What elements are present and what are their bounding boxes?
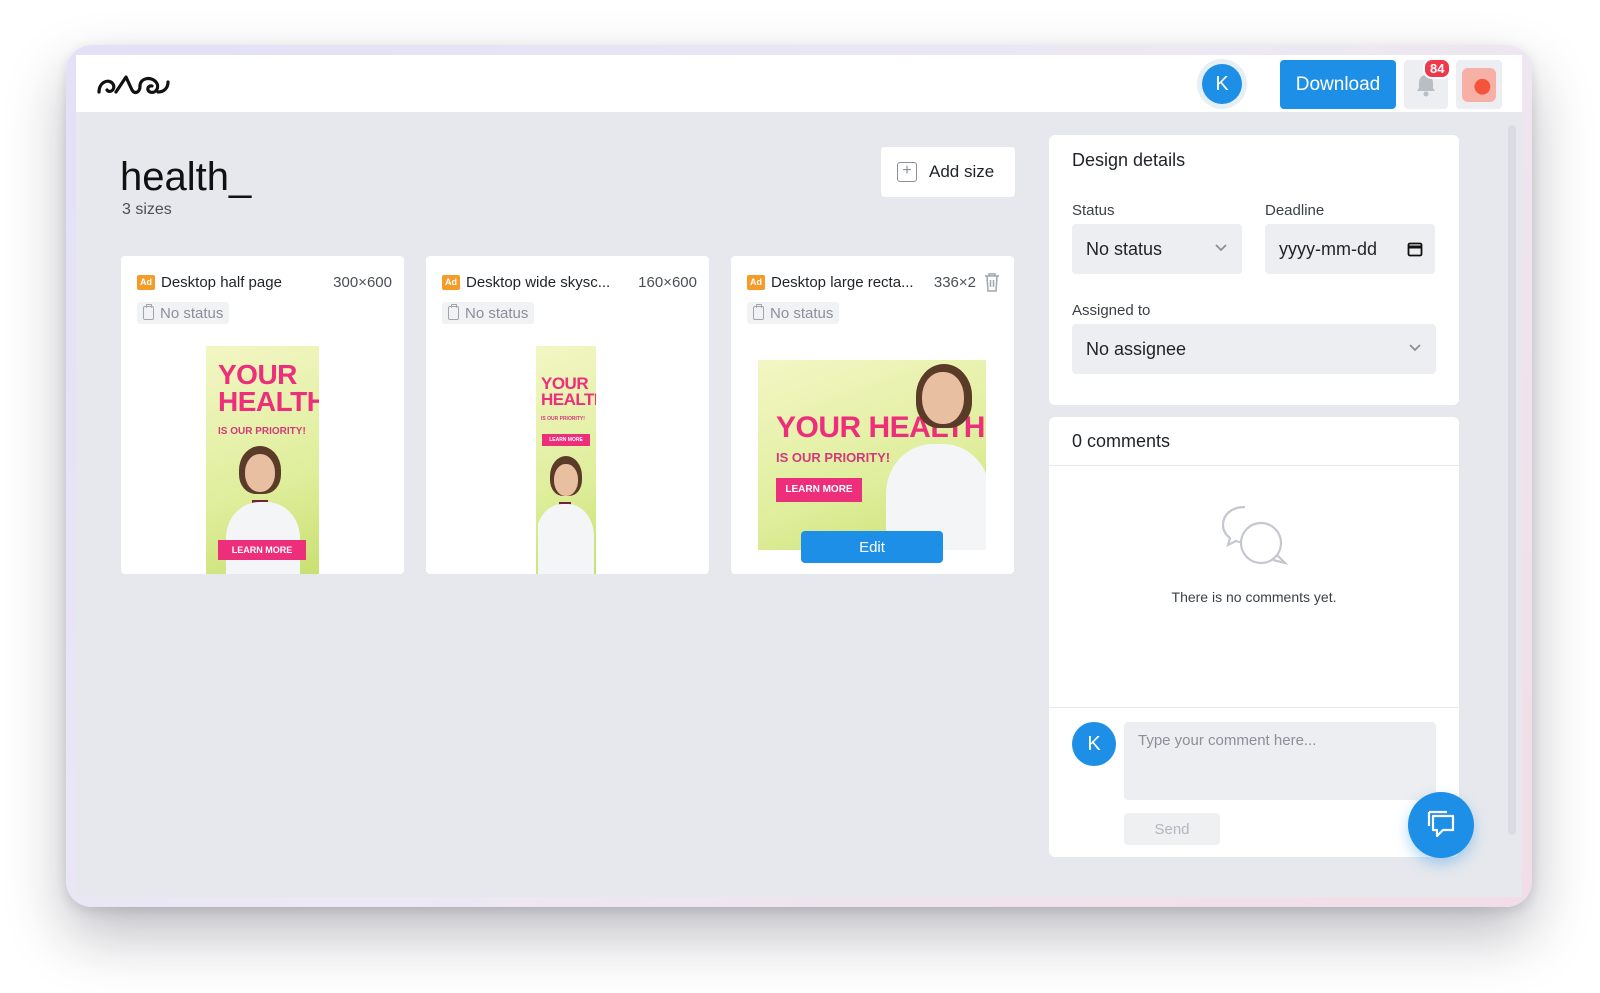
ad-icon: Ad xyxy=(747,274,765,290)
card-size: 300×600 xyxy=(333,273,392,291)
status-select[interactable]: No status xyxy=(1072,224,1242,274)
download-button[interactable]: Download xyxy=(1280,60,1396,109)
app-screen: K Download 84 health_ 3 sizes + Add size xyxy=(76,55,1522,897)
page-scrollbar[interactable] xyxy=(1508,125,1516,835)
card-header: Ad Desktop wide skysc... 160×600 xyxy=(442,271,697,293)
status-label: No status xyxy=(160,304,224,322)
status-badge[interactable]: No status xyxy=(442,302,535,324)
status-badge[interactable]: No status xyxy=(137,302,230,324)
size-card[interactable]: Ad Desktop half page 300×600 No status Y… xyxy=(121,256,404,574)
assignee-select-value: No assignee xyxy=(1086,338,1187,359)
ad-icon: Ad xyxy=(137,274,155,290)
divider xyxy=(1049,465,1459,466)
add-size-button[interactable]: + Add size xyxy=(881,147,1015,197)
chevron-down-icon xyxy=(1215,244,1227,252)
chat-bubbles-icon xyxy=(1221,505,1289,566)
size-card[interactable]: Ad Desktop wide skysc... 160×600 No stat… xyxy=(426,256,709,574)
clipboard-icon xyxy=(143,304,154,320)
status-badge[interactable]: No status xyxy=(747,302,840,324)
chevron-down-icon xyxy=(1409,344,1421,352)
card-header: Ad Desktop half page 300×600 xyxy=(137,271,392,293)
calendar-icon[interactable] xyxy=(1407,241,1423,257)
creative-preview[interactable]: YOUR HEALTH IS OUR PRIORITY! LEARN MORE xyxy=(536,346,596,574)
trash-icon[interactable] xyxy=(984,272,1000,292)
deadline-field-label: Deadline xyxy=(1265,202,1325,219)
doctor-photo xyxy=(882,360,986,550)
add-size-label: Add size xyxy=(929,162,995,181)
card-size: 336×2 xyxy=(933,273,976,291)
edit-button[interactable]: Edit xyxy=(801,531,943,563)
empty-comments-text: There is no comments yet. xyxy=(1171,589,1337,605)
deadline-input[interactable]: yyyy-mm-dd xyxy=(1265,224,1435,274)
brand-logo-icon[interactable] xyxy=(96,70,170,103)
creative-cta: LEARN MORE xyxy=(776,478,862,502)
divider xyxy=(1049,707,1459,708)
page-title: health_ xyxy=(120,155,252,199)
app-window: K Download 84 health_ 3 sizes + Add size xyxy=(66,45,1532,907)
send-button[interactable]: Send xyxy=(1124,813,1220,845)
user-avatar[interactable]: K xyxy=(1202,64,1242,104)
creative-headline: YOUR HEALTH xyxy=(218,359,319,417)
notification-count-badge: 84 xyxy=(1423,58,1452,79)
creative-preview[interactable]: YOUR HEALTH IS OUR PRIORITY! LEARN MORE xyxy=(758,360,986,550)
ad-icon: Ad xyxy=(442,274,460,290)
card-name: Desktop wide skysc... xyxy=(466,273,611,291)
comment-avatar: K xyxy=(1072,722,1116,766)
size-count: 3 sizes xyxy=(122,201,172,218)
creative-tagline: IS OUR PRIORITY! xyxy=(776,450,891,465)
creative-tagline: IS OUR PRIORITY! xyxy=(218,426,306,437)
notifications-button[interactable]: 84 xyxy=(1404,58,1452,109)
comments-panel: 0 comments There is no comments yet. K S… xyxy=(1049,417,1459,857)
creative-cta: LEARN MORE xyxy=(542,434,590,446)
creative-headline: YOUR HEALTH xyxy=(541,374,596,410)
clipboard-icon xyxy=(448,304,459,320)
card-size: 160×600 xyxy=(638,273,697,291)
size-card[interactable]: Ad Desktop large recta... 336×2 No statu… xyxy=(731,256,1014,574)
card-name: Desktop large recta... xyxy=(771,273,914,291)
comments-title: 0 comments xyxy=(1072,431,1171,451)
top-bar: K Download 84 xyxy=(76,55,1522,113)
chat-icon xyxy=(1427,810,1455,838)
profile-image xyxy=(1462,67,1496,102)
card-name: Desktop half page xyxy=(161,273,282,291)
creative-cta: LEARN MORE xyxy=(218,540,306,560)
panel-title: Design details xyxy=(1072,150,1186,170)
comment-input[interactable] xyxy=(1124,722,1436,800)
status-select-value: No status xyxy=(1086,238,1163,259)
design-details-panel: Design details Status No status Deadline… xyxy=(1049,135,1459,405)
card-header: Ad Desktop large recta... 336×2 xyxy=(747,271,1002,293)
creative-preview[interactable]: YOUR HEALTH IS OUR PRIORITY! LEARN MORE xyxy=(206,346,319,574)
doctor-photo xyxy=(538,452,596,574)
plus-icon: + xyxy=(897,162,917,182)
status-label: No status xyxy=(465,304,529,322)
assigned-field-label: Assigned to xyxy=(1072,302,1151,319)
assignee-select[interactable]: No assignee xyxy=(1072,324,1436,374)
creative-tagline: IS OUR PRIORITY! xyxy=(541,416,585,422)
chat-support-button[interactable] xyxy=(1408,792,1474,858)
status-field-label: Status xyxy=(1072,202,1115,219)
clipboard-icon xyxy=(753,304,764,320)
status-label: No status xyxy=(770,304,834,322)
account-menu-button[interactable] xyxy=(1456,60,1502,109)
deadline-placeholder: yyyy-mm-dd xyxy=(1279,238,1377,259)
